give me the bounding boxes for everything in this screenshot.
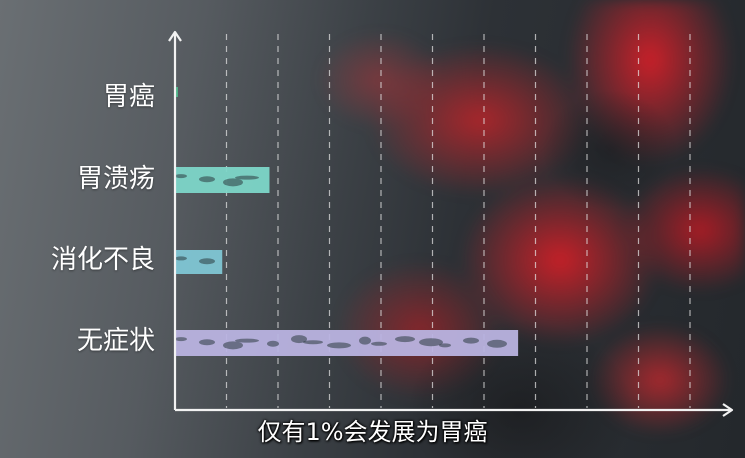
bar-texture	[223, 341, 243, 350]
bar	[175, 167, 270, 193]
bar-texture	[223, 178, 243, 187]
bar-texture	[175, 337, 187, 342]
bar-texture	[199, 339, 215, 346]
bar-texture	[327, 342, 351, 349]
category-label-asymptomatic: 无症状	[76, 326, 155, 356]
bar-texture	[175, 256, 187, 261]
category-label-indigestion: 消化不良	[50, 245, 155, 275]
bar-texture	[487, 339, 507, 348]
category-label-gastric-ulcer: 胃溃疡	[76, 164, 155, 194]
bar-texture	[199, 258, 215, 265]
bar-texture	[235, 175, 259, 180]
video-frame: 胃癌 胃溃疡 消化不良 无症状 仅有1%会发展为胃癌	[0, 0, 745, 458]
bar-texture	[439, 343, 451, 348]
category-label-gastric-cancer: 胃癌	[102, 82, 155, 112]
bar-chart	[168, 30, 734, 417]
bar-texture	[359, 336, 371, 345]
bar-texture	[235, 338, 259, 343]
bar-texture	[371, 341, 387, 346]
bar-texture	[303, 340, 323, 345]
bar-texture	[267, 340, 279, 347]
bar-texture	[395, 336, 415, 343]
bar-texture	[463, 337, 479, 344]
bar-texture	[199, 176, 215, 183]
bar	[175, 250, 223, 274]
video-subtitle: 仅有1%会发展为胃癌	[257, 418, 488, 446]
bar-texture	[175, 174, 187, 179]
